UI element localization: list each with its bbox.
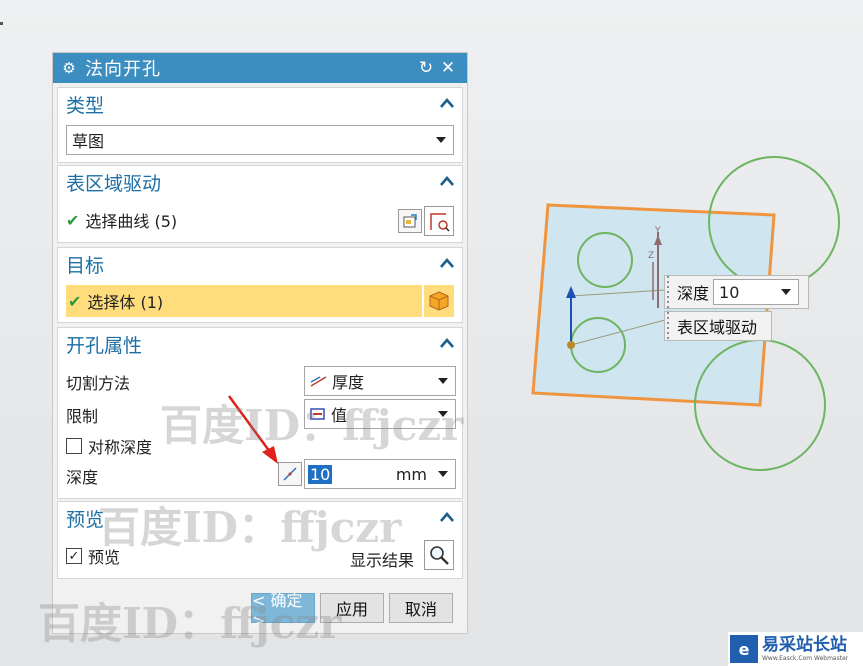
preview-section-header[interactable]: 预览 [58, 502, 462, 534]
gear-icon[interactable]: ⚙ [61, 59, 77, 77]
axis-z-label: Z [648, 251, 654, 261]
reset-icon[interactable]: ↻ [415, 58, 437, 78]
select-curve-row[interactable]: ✔ 选择曲线 (5) [66, 206, 454, 234]
chevron-down-icon[interactable] [781, 289, 792, 295]
limit-value: 值 [331, 406, 348, 425]
site-logo: e 易采站长站 Www.Easck.Com Webmaster [728, 632, 863, 666]
ok-button[interactable]: < 确定 > [251, 591, 315, 630]
select-body-label: 选择体 (1) [87, 293, 164, 312]
depth-label: 深度 [66, 468, 99, 487]
curve-select-icon[interactable] [424, 206, 454, 236]
depth-value[interactable]: 10 [308, 464, 333, 484]
normal-hole-dialog: ⚙ 法向开孔 ↻ ✕ 类型 草图 表区域驱动 ✔ 选择曲线 (5) 目标 ✔ 选… [52, 52, 468, 634]
type-select-value: 草图 [72, 132, 105, 151]
select-curve-label: 选择曲线 (5) [85, 212, 178, 231]
sketch-section-icon[interactable] [398, 209, 422, 233]
type-select[interactable]: 草图 [66, 125, 454, 155]
solid-body-icon[interactable] [424, 285, 454, 317]
thickness-icon [310, 376, 327, 387]
target-section: 目标 ✔ 选择体 (1) [57, 247, 463, 323]
cut-method-select[interactable]: 厚度 [304, 366, 456, 396]
dialog-title: 法向开孔 [85, 59, 161, 80]
measure-icon[interactable] [278, 462, 302, 486]
chevron-up-icon[interactable] [440, 98, 454, 108]
type-section: 类型 草图 [57, 87, 463, 163]
chevron-up-icon[interactable] [440, 258, 454, 268]
depth-unit: mm [395, 464, 427, 484]
hole-section-label: 开孔属性 [66, 334, 143, 357]
cancel-button[interactable]: 取消 [389, 593, 453, 623]
symmetric-depth-row[interactable]: 对称深度 [66, 434, 454, 458]
viewport-depth-popup[interactable]: 深度 10 [664, 275, 809, 309]
region-section-label: 表区域驱动 [66, 172, 162, 195]
apply-button[interactable]: 应用 [320, 593, 384, 623]
magnifier-icon [430, 546, 449, 565]
chevron-up-icon[interactable] [440, 176, 454, 186]
select-body-row[interactable]: ✔ 选择体 (1) [66, 285, 422, 317]
logo-subtext: Www.Easck.Com Webmaster [762, 654, 849, 662]
close-icon[interactable]: ✕ [437, 58, 459, 78]
drag-handle[interactable] [665, 276, 671, 308]
type-section-label: 类型 [66, 94, 105, 117]
chevron-down-icon[interactable] [438, 378, 448, 384]
viewport-region-label: 表区域驱动 [677, 318, 758, 337]
handle-point [567, 341, 575, 349]
hole-section-header[interactable]: 开孔属性 [58, 328, 462, 360]
drag-handle[interactable] [665, 312, 671, 340]
preview-section-label: 预览 [66, 508, 105, 531]
limit-label: 限制 [66, 407, 99, 426]
viewport-depth-label: 深度 [677, 284, 710, 303]
cut-method-value: 厚度 [332, 373, 365, 392]
region-section: 表区域驱动 ✔ 选择曲线 (5) [57, 165, 463, 243]
chevron-down-icon[interactable] [436, 137, 446, 143]
show-result-button[interactable] [424, 540, 454, 570]
chevron-down-icon[interactable] [438, 411, 448, 417]
preview-section: 预览 ✓ 预览 显示结果 [57, 501, 463, 579]
type-section-header[interactable]: 类型 [58, 88, 462, 120]
limit-select[interactable]: 值 [304, 399, 456, 429]
preview-checkbox[interactable]: ✓ [66, 548, 82, 564]
value-icon [310, 408, 325, 420]
symmetric-depth-checkbox[interactable] [66, 438, 82, 454]
chevron-up-icon[interactable] [440, 338, 454, 348]
symmetric-depth-label: 对称深度 [88, 438, 153, 457]
preview-label: 预览 [88, 548, 121, 567]
logo-mark-icon: e [730, 635, 758, 663]
check-icon: ✔ [68, 291, 82, 311]
depth-input[interactable]: 10 mm [304, 459, 456, 489]
target-section-label: 目标 [66, 254, 105, 277]
viewport-depth-value: 10 [719, 282, 740, 302]
hole-properties-section: 开孔属性 切割方法 厚度 限制 值 对称深度 深度 10 mm [57, 327, 463, 499]
cut-method-label: 切割方法 [66, 374, 131, 393]
show-result-label: 显示结果 [350, 551, 415, 570]
viewport-region-popup[interactable]: 表区域驱动 [664, 311, 772, 341]
axis-y-label: Y [654, 226, 661, 236]
chevron-down-icon[interactable] [438, 471, 448, 477]
viewport-depth-input[interactable]: 10 [713, 279, 800, 305]
region-section-header[interactable]: 表区域驱动 [58, 166, 462, 198]
dialog-titlebar[interactable]: ⚙ 法向开孔 ↻ ✕ [53, 53, 467, 83]
check-icon: ✔ [66, 210, 80, 230]
target-section-header[interactable]: 目标 [58, 248, 462, 280]
logo-text: 易采站长站 [762, 634, 847, 655]
chevron-up-icon[interactable] [440, 512, 454, 522]
